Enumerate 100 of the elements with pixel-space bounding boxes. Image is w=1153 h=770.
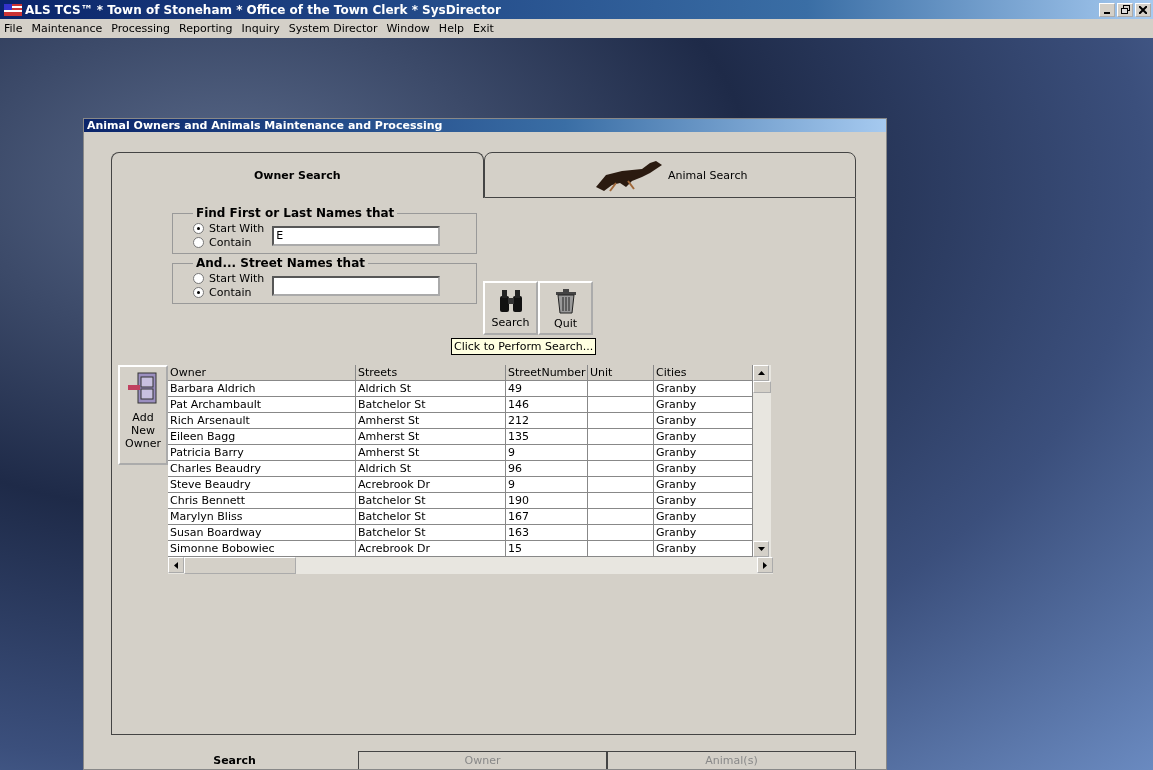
table-cell: Granby (654, 413, 753, 429)
table-cell: Batchelor St (356, 525, 506, 541)
input-field[interactable] (272, 275, 441, 296)
table-cell: Aldrich St (356, 381, 506, 397)
table-cell: Pat Archambault (168, 397, 356, 413)
table-cell: Batchelor St (356, 397, 506, 413)
table-cell: Granby (654, 461, 753, 477)
table-cell (588, 429, 654, 445)
child-window-title: Animal Owners and Animals Maintenance and Processing (87, 119, 443, 132)
table-cell: Granby (654, 397, 753, 413)
radio-button[interactable] (193, 237, 204, 248)
column-header[interactable]: Cities (654, 365, 753, 381)
menu-item[interactable]: Window (386, 22, 430, 35)
table-cell: Susan Boardway (168, 525, 356, 541)
radio-button[interactable] (193, 223, 204, 234)
table-cell: 212 (506, 413, 588, 429)
menu-item[interactable]: System Director (288, 22, 378, 35)
horizontal-scrollbar[interactable] (168, 557, 773, 574)
table-cell: 9 (506, 445, 588, 461)
table-cell: 135 (506, 429, 588, 445)
table-cell: Aldrich St (356, 461, 506, 477)
table-cell: Patricia Barry (168, 445, 356, 461)
table-cell: 9 (506, 477, 588, 493)
group-label: And... Street Names that (195, 256, 366, 270)
add-new-owner-button[interactable]: Add New Owner (118, 365, 168, 465)
radio-label: Contain (209, 286, 252, 299)
menu-item[interactable]: Exit (472, 22, 494, 35)
column-header[interactable]: Owner (168, 365, 356, 381)
menu-item[interactable]: Inquiry (241, 22, 280, 35)
table-cell: Granby (654, 525, 753, 541)
table-cell (588, 541, 654, 557)
table-cell (588, 477, 654, 493)
file-cabinet-icon (126, 371, 160, 405)
table-cell: Acrebrook Dr (356, 477, 506, 493)
menu-item[interactable]: Help (438, 22, 464, 35)
table-cell: Marylyn Bliss (168, 509, 356, 525)
table-cell: Barbara Aldrich (168, 381, 356, 397)
right-arrow-icon (763, 561, 767, 569)
input-field[interactable]: E (272, 225, 441, 246)
close-icon (1139, 5, 1147, 14)
radio-label: Start With (209, 222, 265, 235)
minimize-icon (1104, 11, 1110, 14)
tab[interactable]: Owner Search (111, 152, 484, 198)
binoculars-icon (497, 287, 524, 314)
menu-item[interactable]: File (4, 22, 23, 35)
table-cell: Charles Beaudry (168, 461, 356, 477)
table-cell: Granby (654, 509, 753, 525)
table-cell: Granby (654, 429, 753, 445)
table-cell (588, 397, 654, 413)
table-cell: Granby (654, 493, 753, 509)
table-cell: Steve Beaudry (168, 477, 356, 493)
menu-item[interactable]: Reporting (179, 22, 233, 35)
table-cell: Simonne Bobowiec (168, 541, 356, 557)
table-cell: Chris Bennett (168, 493, 356, 509)
table-cell (588, 493, 654, 509)
table-cell: 190 (506, 493, 588, 509)
menu-item[interactable]: Processing (111, 22, 170, 35)
table-cell: Batchelor St (356, 493, 506, 509)
table-cell: 146 (506, 397, 588, 413)
table-cell: Amherst St (356, 429, 506, 445)
table-cell: Eileen Bagg (168, 429, 356, 445)
group-label: Find First or Last Names that (195, 206, 396, 220)
left-arrow-icon (174, 561, 178, 569)
tab[interactable]: Search (111, 751, 358, 769)
radio-button[interactable] (193, 273, 204, 284)
tooltip: Click to Perform Search... (451, 338, 597, 355)
window-title: ALS TCS™ * Town of Stoneham * Office of the Town Clerk * SysDirector (25, 2, 501, 17)
down-arrow-icon (757, 547, 765, 551)
menu-item[interactable]: Maintenance (31, 22, 103, 35)
column-header[interactable]: StreetNumber (506, 365, 588, 381)
radio-label: Start With (209, 272, 265, 285)
table-cell: 163 (506, 525, 588, 541)
table-cell: Acrebrook Dr (356, 541, 506, 557)
column-header[interactable]: Unit (588, 365, 654, 381)
table-cell (588, 413, 654, 429)
table-cell (588, 525, 654, 541)
restore-button[interactable] (1117, 2, 1133, 17)
close-button[interactable] (1135, 2, 1151, 17)
table-cell: 167 (506, 509, 588, 525)
table-cell: Rich Arsenault (168, 413, 356, 429)
radio-button[interactable] (193, 287, 204, 298)
scrollbar-thumb[interactable] (184, 557, 296, 574)
table-cell (588, 381, 654, 397)
column-header[interactable]: Streets (356, 365, 506, 381)
table-cell: Granby (654, 541, 753, 557)
radio-label: Contain (209, 236, 252, 249)
table-cell: 15 (506, 541, 588, 557)
table-cell: Granby (654, 477, 753, 493)
table-cell: Granby (654, 381, 753, 397)
tab[interactable]: Animal Search (483, 152, 856, 198)
table-cell (588, 461, 654, 477)
vertical-scrollbar[interactable] (753, 365, 771, 557)
search-button[interactable]: Search (483, 281, 538, 335)
minimize-button[interactable] (1099, 2, 1115, 17)
table-cell: Granby (654, 445, 753, 461)
table-cell: 96 (506, 461, 588, 477)
table-cell (588, 509, 654, 525)
table-cell: Amherst St (356, 445, 506, 461)
quit-button[interactable]: Quit (538, 281, 593, 335)
scrollbar-thumb[interactable] (753, 381, 771, 393)
